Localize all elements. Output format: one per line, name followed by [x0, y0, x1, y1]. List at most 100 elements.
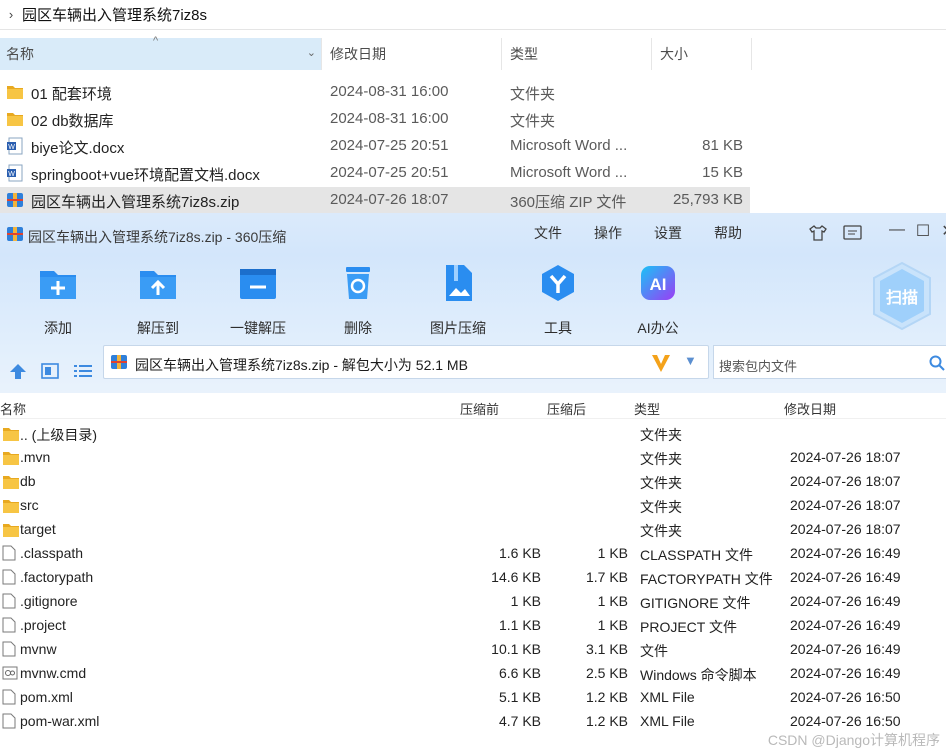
close-button[interactable]: ✕: [938, 221, 946, 241]
entry-size-after: 1 KB: [597, 545, 628, 561]
archive-row[interactable]: mvnw.cmd 6.6 KB 2.5 KB Windows 命令脚本 2024-07-…: [0, 661, 946, 685]
entry-name: pom-war.xml: [20, 713, 100, 729]
entry-size-before: 10.1 KB: [491, 641, 541, 657]
skin-shirt-icon[interactable]: [808, 224, 828, 242]
archive-row[interactable]: mvnw 10.1 KB 3.1 KB 文件 2024-07-26 16:49: [0, 637, 946, 661]
minimize-button[interactable]: —: [887, 221, 907, 239]
folder-icon: [2, 497, 19, 513]
menu-settings[interactable]: 设置: [654, 223, 682, 243]
file-icon: [2, 545, 16, 561]
svg-text:W: W: [8, 144, 15, 151]
delete-button[interactable]: 删除: [318, 263, 398, 339]
archive-window: 园区车辆出入管理系统7iz8s.zip - 360压缩 文件 操作 设置 帮助 …: [0, 213, 946, 755]
archive-row[interactable]: .. (上级目录) 文件夹: [0, 421, 946, 445]
breadcrumb-folder[interactable]: 园区车辆出入管理系统7iz8s: [22, 4, 207, 25]
scan-button[interactable]: 扫描: [870, 261, 934, 331]
entry-size-after: 1 KB: [597, 617, 628, 633]
entry-size-after: 1.7 KB: [585, 569, 628, 585]
column-name[interactable]: 名称 ^ ⌄: [0, 35, 322, 70]
file-name: 01 配套环境: [31, 86, 112, 103]
folder-icon: [2, 425, 19, 441]
search-icon[interactable]: [929, 355, 945, 371]
explorer-row[interactable]: 02 db数据库 2024-08-31 16:00 文件夹: [0, 106, 750, 133]
column-after-size[interactable]: 压缩后: [547, 399, 586, 418]
archive-row[interactable]: .gitignore 1 KB 1 KB GITIGNORE 文件 2024-07-26…: [0, 589, 946, 613]
column-archive-type[interactable]: 类型: [634, 399, 660, 418]
column-date[interactable]: 修改日期: [324, 38, 502, 70]
menu-operation[interactable]: 操作: [594, 223, 622, 243]
entry-date: 2024-07-26 16:49: [790, 593, 901, 609]
title-bar[interactable]: 园区车辆出入管理系统7iz8s.zip - 360压缩 文件 操作 设置 帮助 …: [0, 213, 946, 255]
archive-row[interactable]: pom.xml 5.1 KB 1.2 KB XML File 2024-07-26 16…: [0, 685, 946, 709]
explorer-row[interactable]: Wbiye论文.docx 2024-07-25 20:51 Microsoft Wo…: [0, 133, 750, 160]
entry-size-after: 1.2 KB: [585, 689, 628, 705]
word-doc-icon: W: [6, 137, 24, 155]
entry-size-before: 1.1 KB: [498, 617, 541, 633]
entry-date: 2024-07-26 18:07: [790, 497, 901, 513]
archive-row[interactable]: .classpath 1.6 KB 1 KB CLASSPATH 文件 2024-07-…: [0, 541, 946, 565]
search-input[interactable]: 搜索包内文件: [719, 356, 797, 375]
archive-row[interactable]: target 文件夹 2024-07-26 18:07: [0, 517, 946, 541]
column-type[interactable]: 类型: [504, 38, 652, 70]
feedback-icon[interactable]: [843, 225, 863, 241]
entry-type: PROJECT 文件: [640, 619, 737, 635]
entry-type: 文件夹: [640, 499, 682, 515]
archive-row[interactable]: .mvn 文件夹 2024-07-26 18:07: [0, 445, 946, 469]
entry-name: .gitignore: [20, 593, 78, 609]
file-icon: [2, 713, 16, 729]
extract-to-button[interactable]: 解压到: [118, 263, 198, 339]
address-dropdown-icon[interactable]: ▼: [684, 353, 697, 368]
entry-date: 2024-07-26 16:49: [790, 665, 901, 681]
archive-row[interactable]: src 文件夹 2024-07-26 18:07: [0, 493, 946, 517]
ai-office-button[interactable]: AI AI办公: [618, 263, 698, 339]
up-arrow-icon[interactable]: [8, 362, 28, 380]
menu-help[interactable]: 帮助: [714, 223, 742, 243]
add-label: 添加: [44, 320, 72, 336]
image-compress-label: 图片压缩: [430, 320, 486, 336]
chevron-right-icon[interactable]: ›: [0, 7, 22, 22]
entry-size-after: 2.5 KB: [585, 665, 628, 681]
column-type-label: 类型: [510, 46, 538, 62]
address-text: 园区车辆出入管理系统7iz8s.zip - 解包大小为 52.1 MB: [135, 357, 468, 373]
explorer-row[interactable]: Wspringboot+vue环境配置文档.docx 2024-07-25 20:…: [0, 160, 750, 187]
file-name: springboot+vue环境配置文档.docx: [31, 167, 260, 184]
watermark: CSDN @Django计算机程序: [767, 732, 940, 748]
breadcrumb[interactable]: › 园区车辆出入管理系统7iz8s: [0, 0, 946, 30]
entry-type: GITIGNORE 文件: [640, 595, 751, 611]
one-click-extract-button[interactable]: 一键解压: [218, 263, 298, 339]
entry-type: XML File: [640, 689, 695, 705]
explorer-row[interactable]: 园区车辆出入管理系统7iz8s.zip 2024-07-26 18:07 360压缩…: [0, 187, 750, 214]
list-view-icon[interactable]: [73, 362, 93, 380]
file-name: 02 db数据库: [31, 113, 114, 130]
search-box[interactable]: 搜索包内文件: [713, 345, 946, 379]
column-size[interactable]: 大小: [654, 38, 752, 70]
v-logo-icon[interactable]: [650, 352, 672, 374]
maximize-button[interactable]: ☐: [913, 221, 933, 241]
address-bar[interactable]: 园区车辆出入管理系统7iz8s.zip - 解包大小为 52.1 MB ▼: [103, 345, 709, 379]
folder-icon: [2, 473, 19, 489]
entry-date: 2024-07-26 18:07: [790, 473, 901, 489]
sort-up-icon: ^: [153, 35, 159, 47]
tools-label: 工具: [544, 320, 572, 336]
file-date: 2024-08-31 16:00: [330, 83, 449, 100]
explorer-row[interactable]: 01 配套环境 2024-08-31 16:00 文件夹: [0, 79, 750, 106]
archive-row[interactable]: .factorypath 14.6 KB 1.7 KB FACTORYPATH 文件 2…: [0, 565, 946, 589]
archive-row[interactable]: db 文件夹 2024-07-26 18:07: [0, 469, 946, 493]
chevron-down-icon[interactable]: ⌄: [307, 46, 316, 59]
archive-row[interactable]: .project 1.1 KB 1 KB PROJECT 文件 2024-07-26 1…: [0, 613, 946, 637]
tools-button[interactable]: 工具: [518, 263, 598, 339]
file-size: 15 KB: [702, 164, 743, 181]
image-compress-button[interactable]: 图片压缩: [418, 263, 498, 339]
column-before-size[interactable]: 压缩前: [460, 399, 499, 418]
entry-name: mvnw: [20, 641, 57, 657]
menu-file[interactable]: 文件: [534, 223, 562, 243]
column-archive-name[interactable]: 名称: [0, 399, 26, 418]
column-archive-date[interactable]: 修改日期: [784, 399, 836, 418]
entry-date: 2024-07-26 16:50: [790, 689, 901, 705]
entry-type: 文件夹: [640, 451, 682, 467]
entry-date: 2024-07-26 16:49: [790, 545, 901, 561]
file-date: 2024-07-25 20:51: [330, 164, 449, 181]
thumbnail-view-icon[interactable]: [40, 362, 60, 380]
svg-text:W: W: [8, 171, 15, 178]
add-button[interactable]: 添加: [18, 263, 98, 339]
